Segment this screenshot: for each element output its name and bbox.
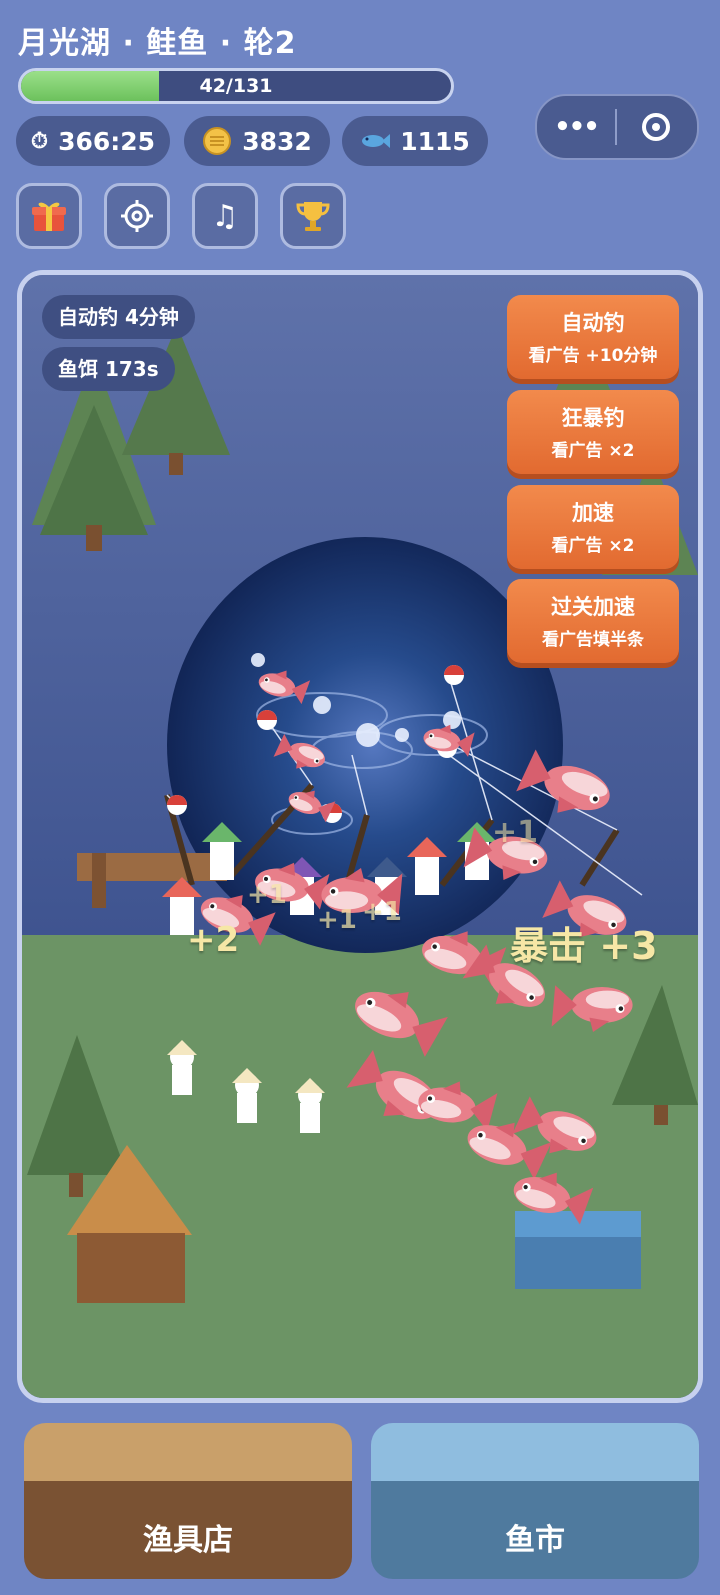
level-progress-bar: 42/131 [18,68,454,104]
coin-value: 3832 [242,126,312,156]
score-popup: +1 [247,880,287,910]
stopwatch-icon: ⏱ [30,128,49,154]
score-popup: +1 [492,815,539,850]
coin-stat: 3832 [184,116,330,166]
fish-icon [360,131,391,151]
level-boost-ad-button[interactable]: 过关加速 看广告填半条 [507,579,679,663]
ad-button-sub: 看广告填半条 [542,630,644,650]
auto-fish-ad-button[interactable]: 自动钓 看广告 +10分钟 [507,295,679,379]
bait-status: 鱼饵 173s [42,347,175,391]
fish-market-label: 鱼市 [505,1523,565,1558]
fish-market-button[interactable]: 鱼市 [371,1423,699,1579]
tackle-shop-label: 渔具店 [143,1523,233,1558]
record-button[interactable] [617,113,695,141]
timer-stat: ⏱ 366:25 [16,116,170,166]
ad-button-title: 自动钓 [561,311,625,335]
fishing-scene[interactable]: 自动钓 4分钟 鱼饵 173s 自动钓 看广告 +10分钟 狂暴钓 看广告 ×2… [17,270,703,1403]
auto-fish-status: 自动钓 4分钟 [42,295,195,339]
critical-popup: 暴击 +3 [510,924,658,968]
level-title: 月光湖 · 鲑鱼 · 轮2 [18,26,297,61]
ad-button-title: 过关加速 [551,595,635,619]
more-dots-icon[interactable]: ••• [537,112,615,142]
tackle-shop-button[interactable]: 渔具店 [24,1423,352,1579]
gift-icon [32,202,66,231]
frenzy-fish-ad-button[interactable]: 狂暴钓 看广告 ×2 [507,390,679,474]
record-icon [642,113,670,141]
score-popup: +1 [317,905,357,935]
fish-stat: 1115 [342,116,488,166]
music-icon: ♫ [211,198,239,234]
score-popup: +2 [187,920,240,960]
ad-button-sub: 看广告 ×2 [551,441,635,461]
timer-value: 366:25 [58,126,156,156]
trophy-button[interactable] [280,183,346,249]
music-button[interactable]: ♫ [192,183,258,249]
settings-button[interactable] [104,183,170,249]
coin-icon [202,126,232,156]
progress-text: 42/131 [199,75,273,97]
settings-icon [121,200,153,232]
score-popup: +1 [362,897,402,927]
trophy-icon [296,202,330,231]
ad-button-sub: 看广告 +10分钟 [528,346,658,366]
ad-button-sub: 看广告 ×2 [551,536,635,556]
speedup-ad-button[interactable]: 加速 看广告 ×2 [507,485,679,569]
ad-button-title: 加速 [572,501,614,525]
fish-value: 1115 [400,126,470,156]
mini-program-capsule: ••• [535,94,699,160]
gift-button[interactable] [16,183,82,249]
ad-button-title: 狂暴钓 [561,406,625,430]
